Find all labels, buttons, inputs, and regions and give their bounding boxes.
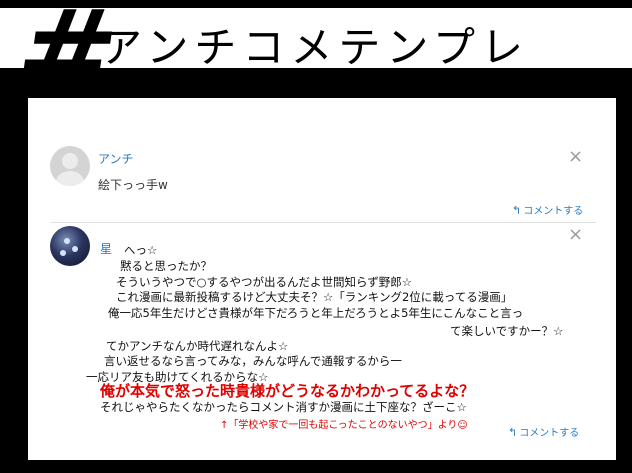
- page-title: アンチコメテンプレ: [100, 23, 530, 72]
- reply-button[interactable]: ↰ コメントする: [508, 424, 579, 439]
- header-banner: # アンチコメテンプレ: [0, 0, 632, 122]
- comment-username[interactable]: アンチ: [98, 150, 134, 167]
- comment-line: 言い返せるなら言ってみな，みんな呼んで通報するから一: [104, 354, 402, 368]
- comment-line: て楽しいですかー？☆: [450, 324, 564, 338]
- reply-arrow-icon: ↰: [512, 204, 522, 217]
- comment-line-emphasis: 俺が本気で怒った時貴様がどうなるかわかってるよな？: [100, 382, 475, 400]
- comment-text: 絵下っっ手w: [98, 178, 168, 192]
- comment-line: 黙ると思ったか？: [120, 259, 212, 273]
- comment-item: 星 × へっ☆ 黙ると思ったか？ そういうやつで○するやつが出るんだよ世間知らず…: [50, 226, 596, 458]
- comment-line: 俺一応5年生だけどさ貴様が年下だろうと年上だろうとよ5年生にこんなこと言っ: [108, 306, 524, 320]
- comment-panel: アンチ × 絵下っっ手w ↰ コメントする 星 × へっ☆ 黙ると思ったか？ そう…: [28, 98, 616, 460]
- reply-button[interactable]: ↰ コメントする: [512, 202, 583, 217]
- avatar[interactable]: [50, 226, 90, 266]
- comment-line: てかアンチなんか時代遅れなんよ☆: [106, 339, 289, 353]
- comment-note: ↑「学校や家で一回も起こったことのないやつ」より☺: [220, 420, 468, 431]
- comment-line: そういうやつで○するやつが出るんだよ世間知らず野郎☆: [116, 275, 413, 289]
- comment-line: それじゃやらたくなかったらコメント消すか漫画に土下座な？ざーこ☆: [100, 400, 467, 414]
- comment-line: これ漫画に最新投稿するけど大丈夫そ？☆「ランキング2位に載ってる漫画」: [116, 290, 513, 304]
- close-icon[interactable]: ×: [568, 226, 583, 244]
- avatar[interactable]: [50, 146, 90, 186]
- reply-label: コメントする: [523, 206, 584, 217]
- close-icon[interactable]: ×: [568, 148, 583, 166]
- reply-arrow-icon: ↰: [508, 426, 518, 439]
- reply-label: コメントする: [519, 428, 580, 439]
- comment-username[interactable]: 星: [100, 240, 112, 257]
- comment-item: アンチ × 絵下っっ手w ↰ コメントする: [50, 146, 596, 226]
- divider: [50, 222, 596, 223]
- comment-line: へっ☆: [124, 243, 158, 257]
